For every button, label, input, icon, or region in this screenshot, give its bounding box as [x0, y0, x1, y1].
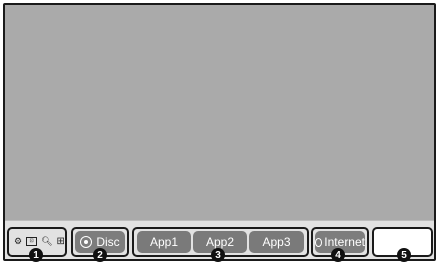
disc-label: Disc — [96, 235, 120, 249]
disc-icon — [80, 236, 93, 248]
tv-screen: ⚙ ⊡ 🔍︎ ⊞ Disc App1 App2 App3 Internet — [3, 3, 436, 261]
callout-3: 3 — [211, 248, 225, 262]
app3-label: App3 — [262, 235, 291, 249]
search-icon[interactable]: 🔍︎ — [41, 236, 52, 247]
app1-button[interactable]: App1 — [137, 231, 191, 253]
gear-icon[interactable]: ⚙ — [14, 236, 22, 247]
internet-label: Internet — [324, 235, 365, 249]
input-icon[interactable]: ⊡ — [26, 237, 38, 246]
app2-label: App2 — [205, 235, 235, 249]
callout-2: 2 — [93, 248, 107, 262]
app3-button[interactable]: App3 — [249, 231, 304, 253]
internet-icon — [315, 237, 323, 247]
grid-icon[interactable]: ⊞ — [57, 236, 65, 247]
callout-5: 5 — [397, 248, 411, 262]
app1-label: App1 — [149, 235, 179, 249]
callout-1: 1 — [29, 248, 43, 262]
callout-4: 4 — [331, 248, 345, 262]
